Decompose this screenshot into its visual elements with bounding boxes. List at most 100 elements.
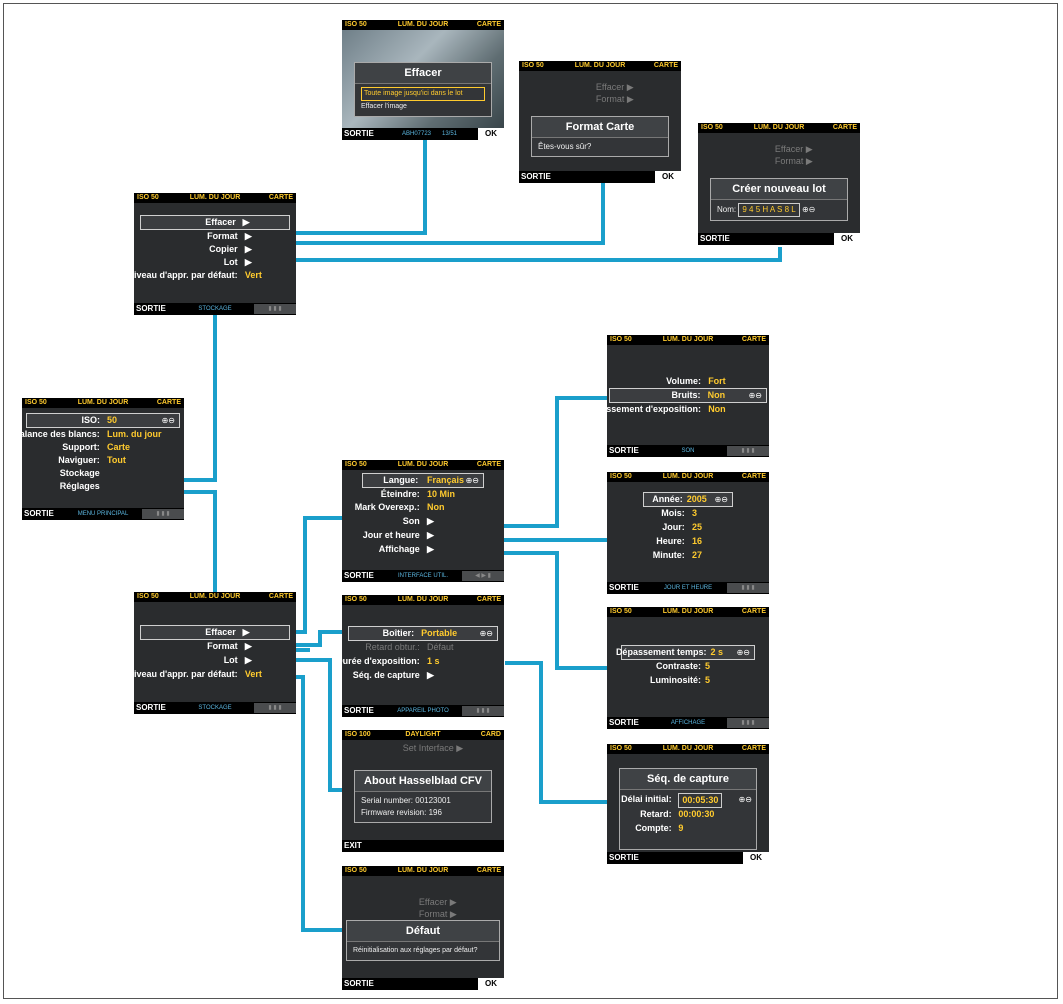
menu-item-body[interactable]: Boîtier: Portable ⊕⊖ — [348, 626, 498, 641]
exit-button[interactable]: SORTIE — [344, 128, 374, 140]
menu-item-navigate[interactable]: Naviguer: Tout — [22, 454, 184, 467]
screen-sound: ISO 50 LUM. DU JOUR CARTE Volume: Fort Brui… — [607, 335, 769, 457]
status-bar: ISO 50 LUM. DU JOUR CARTE — [342, 460, 504, 470]
exit-button[interactable]: SORTIE — [24, 508, 54, 520]
menu-title: INTERFACE UTIL. — [397, 573, 449, 579]
menu-item-approval[interactable]: Niveau d'appr. par défaut: Vert — [134, 668, 296, 681]
menu-item-copy[interactable]: Copier ▶ — [134, 243, 296, 256]
exit-button[interactable]: SORTIE — [609, 717, 639, 729]
menu-item-mark-overexp[interactable]: Mark Overexp.: Non — [342, 501, 504, 514]
exit-button[interactable]: SORTIE — [609, 852, 639, 864]
media-label: CARTE — [741, 473, 766, 480]
media-label: CARTE — [268, 593, 293, 600]
menu-item-format[interactable]: Format ▶ — [134, 640, 296, 653]
menu-item-volume[interactable]: Volume: Fort — [607, 375, 769, 388]
ok-button[interactable]: OK — [743, 852, 769, 864]
menu-item-year[interactable]: Année: 2005 ⊕⊖ — [643, 492, 733, 507]
menu-item-iso[interactable]: ISO: 50 ⊕⊖ — [26, 413, 180, 428]
menu-item-support[interactable]: Support: Carte — [22, 441, 184, 454]
exit-button[interactable]: SORTIE — [609, 445, 639, 457]
exit-button[interactable]: SORTIE — [609, 582, 639, 594]
serial-number: Serial number: 00123001 — [361, 796, 451, 805]
menu-item-day[interactable]: Jour: 25 — [607, 521, 769, 534]
menu-item-initial-delay[interactable]: Délai initial: 00:05:30 ⊕⊖ — [620, 793, 756, 808]
bottom-bar: SORTIE OK — [698, 233, 860, 245]
menu-item-delay[interactable]: Retard: 00:00:30 — [620, 808, 756, 821]
bottom-bar: EXIT — [342, 840, 504, 852]
page-indicator: ▮ ▮ ▮ — [727, 718, 769, 728]
status-bar: ISO 50 LUM. DU JOUR CARTE — [342, 595, 504, 605]
menu-item-batch[interactable]: Lot ▶ — [134, 256, 296, 269]
dialog-body: Réinitialisation aux réglages par défaut… — [353, 947, 478, 954]
exit-button[interactable]: SORTIE — [344, 705, 374, 717]
menu-item-erase[interactable]: Effacer ▶ — [140, 625, 290, 640]
menu-item-minute[interactable]: Minute: 27 — [607, 549, 769, 562]
exit-button[interactable]: SORTIE — [700, 233, 730, 245]
ok-button[interactable]: OK — [478, 978, 504, 990]
bottom-bar: SORTIE APPAREIL PHOTO ▮ ▮ ▮ — [342, 705, 504, 717]
ok-button[interactable]: OK — [478, 128, 504, 140]
menu-item-brightness[interactable]: Luminosité: 5 — [607, 674, 769, 687]
media-label: CARTE — [156, 399, 181, 406]
iso-label: ISO 100 — [345, 731, 371, 738]
menu-item-erase[interactable]: Effacer ▶ — [140, 215, 290, 230]
erase-option-batch[interactable]: Toute image jusqu'ici dans le lot — [361, 87, 485, 101]
menu-item-count[interactable]: Compte: 9 — [620, 822, 756, 835]
exit-button[interactable]: SORTIE — [136, 303, 166, 315]
ok-button[interactable]: OK — [834, 233, 860, 245]
iso-label: ISO 50 — [610, 336, 632, 343]
menu-item-settings[interactable]: Réglages — [22, 480, 184, 493]
menu-item-exposure-warning[interactable]: Avertissement d'exposition:Non — [607, 403, 769, 416]
screen-storage-1: ISO 50 LUM. DU JOUR CARTE Effacer ▶ Format ▶… — [134, 193, 296, 315]
name-input[interactable]: 9 4 5 H A S 8 L — [738, 203, 800, 217]
menu-item-timeout[interactable]: Dépassement temps: 2 s ⊕⊖ — [616, 645, 755, 660]
menu-item-power-off[interactable]: Éteindre: 10 Min — [342, 488, 504, 501]
ok-button[interactable]: OK — [655, 171, 681, 183]
menu-item-exposure-time[interactable]: Durée d'exposition: 1 s — [342, 655, 504, 668]
page-indicator: ▮ ▮ ▮ — [254, 703, 296, 713]
media-label: CARTE — [476, 461, 501, 468]
menu-item-hour[interactable]: Heure: 16 — [607, 535, 769, 548]
menu-item-batch[interactable]: Lot ▶ — [134, 654, 296, 667]
menu-item-storage[interactable]: Stockage — [22, 467, 184, 480]
menu-item-capture-seq[interactable]: Séq. de capture ▶ — [342, 669, 504, 682]
media-label: CARTE — [741, 608, 766, 615]
menu-item-beeps[interactable]: Bruits: Non ⊕⊖ — [609, 388, 767, 403]
menu-item-display[interactable]: Affichage ▶ — [342, 543, 504, 556]
status-bar: ISO 50 LUM. DU JOUR CARTE — [698, 123, 860, 133]
menu-item-month[interactable]: Mois: 3 — [607, 507, 769, 520]
menu-item-shutter-delay[interactable]: Retard obtur.: Défaut — [342, 641, 504, 654]
wb-label: LUM. DU JOUR — [662, 608, 714, 615]
page-indicator: ▮ ▮ ▮ — [462, 706, 504, 716]
initial-delay-input[interactable]: 00:05:30 — [678, 793, 723, 808]
dialog-body: Êtes-vous sûr? — [538, 142, 592, 151]
bottom-bar: SORTIE STOCKAGE ▮ ▮ ▮ — [134, 303, 296, 315]
page-indicator: ▮ ▮ ▮ — [254, 304, 296, 314]
screen-interface: ISO 50 LUM. DU JOUR CARTE Langue: Français ⊕… — [342, 460, 504, 582]
exit-button[interactable]: SORTIE — [136, 702, 166, 714]
exit-button[interactable]: SORTIE — [521, 171, 551, 183]
dial-icon: ⊕⊖ — [479, 629, 493, 638]
wb-label: LUM. DU JOUR — [574, 62, 626, 69]
iso-label: ISO 50 — [345, 867, 367, 874]
page-indicator: ▮ ▮ ▮ — [142, 509, 184, 519]
menu-item-language[interactable]: Langue: Français ⊕⊖ — [362, 473, 484, 488]
new-batch-dialog: Créer nouveau lot Nom: 9 4 5 H A S 8 L ⊕… — [710, 178, 848, 221]
bottom-bar: SORTIE JOUR ET HEURE ▮ ▮ ▮ — [607, 582, 769, 594]
menu-title: STOCKAGE — [198, 705, 232, 711]
wb-label: DAYLIGHT — [405, 731, 441, 738]
menu-item-date-time[interactable]: Jour et heure ▶ — [342, 529, 504, 542]
menu-item-white-balance[interactable]: Balance des blancs:Lum. du jour — [22, 428, 184, 441]
dialog-title: Effacer — [355, 63, 491, 84]
erase-option-image[interactable]: Effacer l'image — [361, 101, 485, 113]
exit-button[interactable]: SORTIE — [344, 978, 374, 990]
menu-item-sound[interactable]: Son ▶ — [342, 515, 504, 528]
bottom-bar: SORTIE OK — [519, 171, 681, 183]
exit-button[interactable]: SORTIE — [344, 570, 374, 582]
media-label: CARTE — [832, 124, 857, 131]
menu-item-format[interactable]: Format ▶ — [134, 230, 296, 243]
exit-button[interactable]: EXIT — [344, 840, 362, 852]
menu-item-approval[interactable]: Niveau d'appr. par défaut: Vert — [134, 269, 296, 282]
menu-item-contrast[interactable]: Contraste: 5 — [607, 660, 769, 673]
wb-label: LUM. DU JOUR — [397, 21, 449, 28]
